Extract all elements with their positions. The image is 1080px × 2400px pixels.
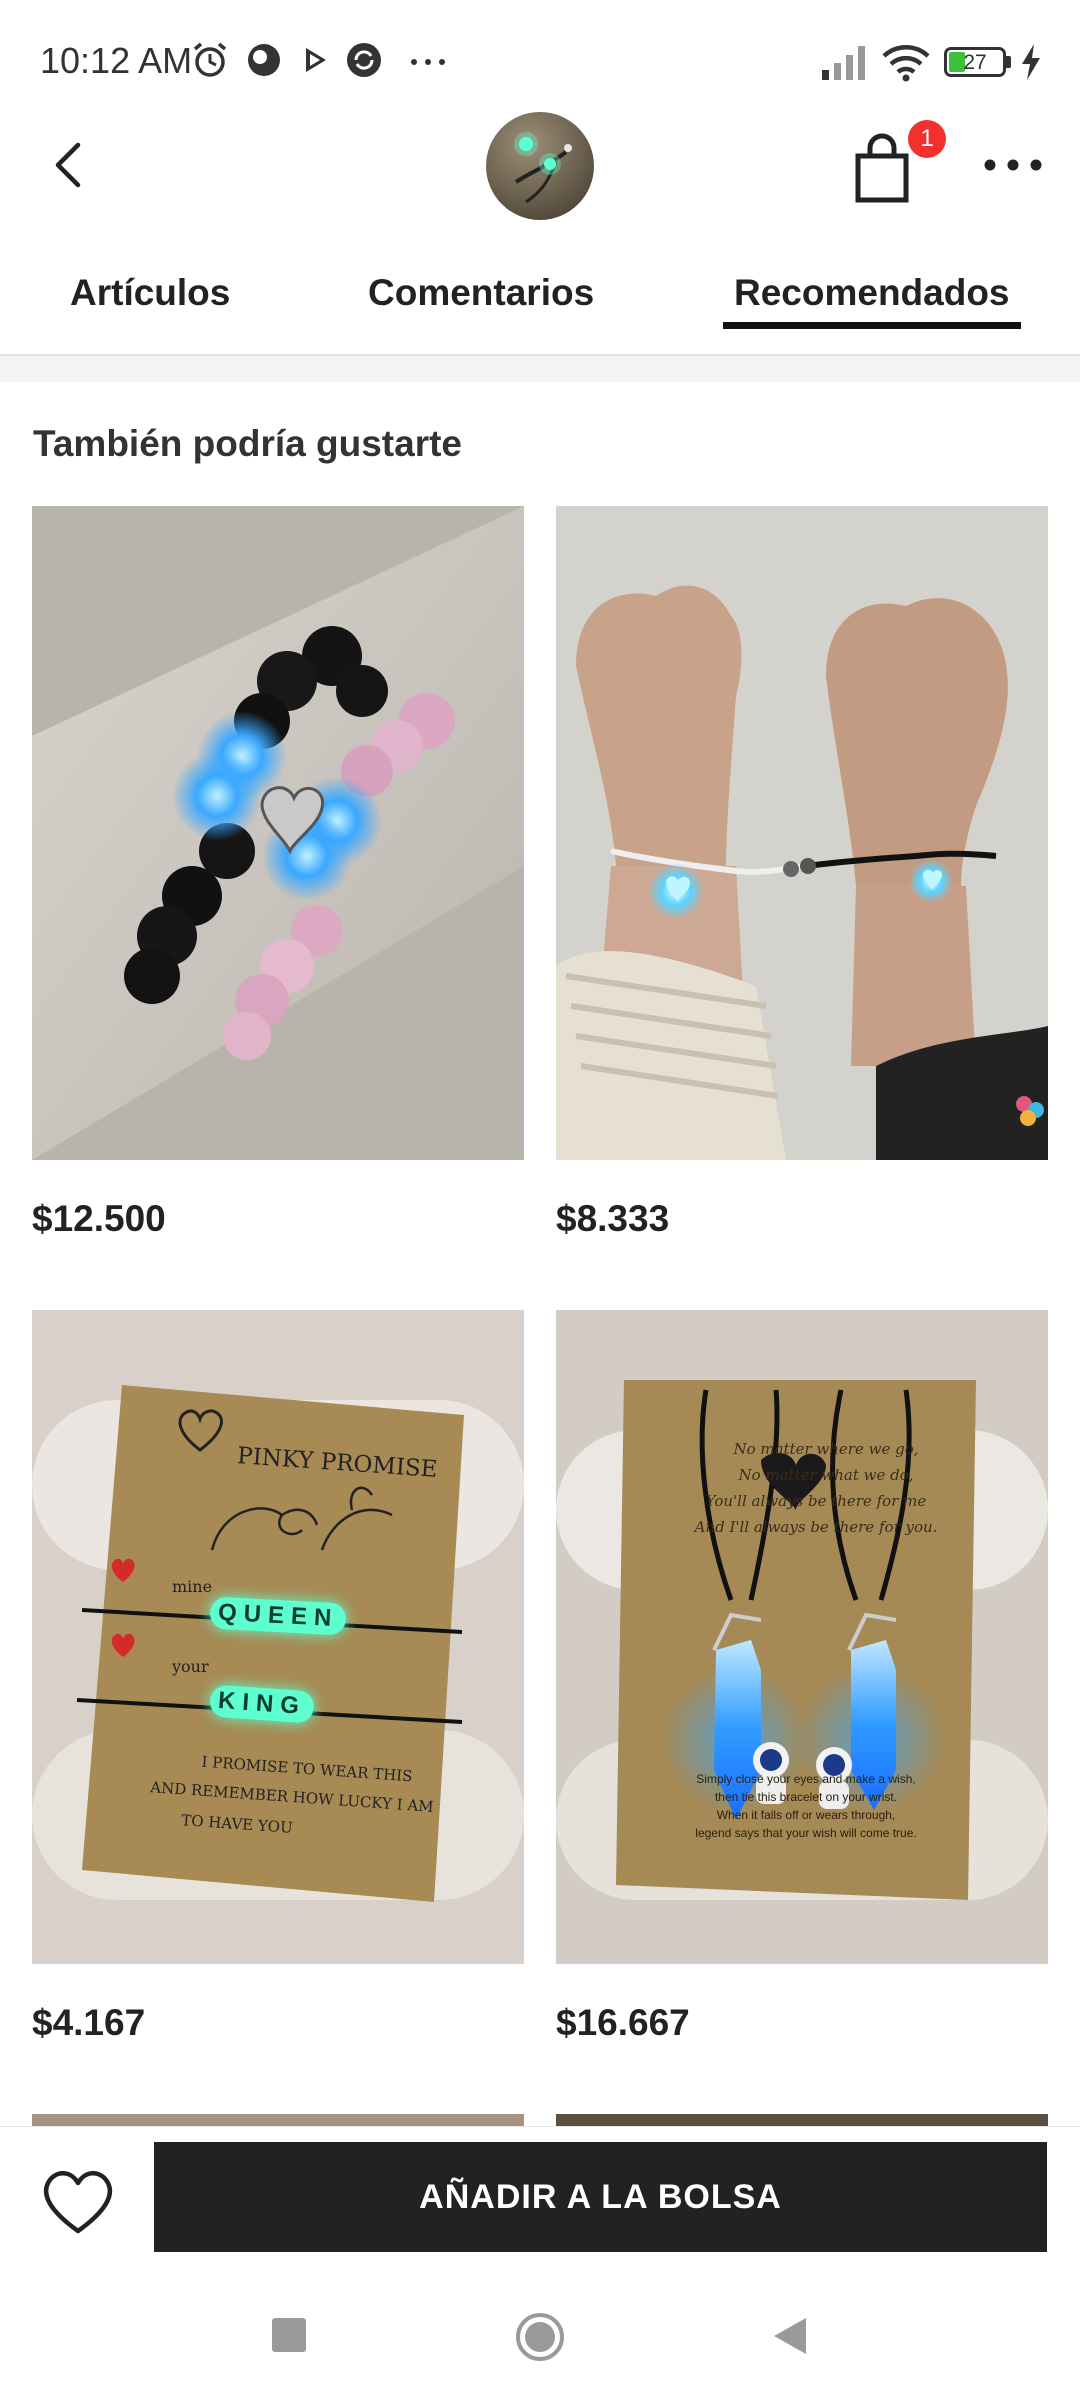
card-line: And I'll always be there for you.	[694, 1518, 938, 1536]
card-line: Simply close your eyes and make a wish,	[696, 1772, 916, 1786]
status-time: 10:12 AM	[40, 40, 193, 81]
product-price: $12.500	[32, 1198, 166, 1239]
sync-icon	[347, 43, 381, 77]
active-tab-indicator	[723, 322, 1021, 329]
back-nav-button[interactable]	[770, 2314, 810, 2358]
charging-icon	[1022, 44, 1040, 80]
card-line: You'll always be there for me	[705, 1492, 927, 1510]
product-price: $8.333	[556, 1198, 670, 1239]
add-to-bag-button[interactable]: AÑADIR A LA BOLSA	[154, 2142, 1047, 2252]
back-button[interactable]	[40, 135, 100, 195]
play-icon	[306, 48, 326, 72]
product-image[interactable]: No matter where we go, No matter what we…	[556, 1310, 1048, 1964]
section-separator	[0, 356, 1080, 382]
product-photo	[556, 1310, 1048, 1964]
product-photo	[32, 506, 524, 1160]
tab-recomendados[interactable]: Recomendados	[734, 272, 1010, 314]
battery-icon: 27	[944, 47, 1006, 77]
card-line: then tie this bracelet on your wrist.	[714, 1790, 898, 1804]
card-line: When it falls off or wears through,	[716, 1808, 896, 1822]
home-button[interactable]	[514, 2311, 566, 2363]
product-image[interactable]: PINKY PROMISE mine your QUEEN KING I PRO…	[32, 1310, 524, 1964]
app-icon	[248, 44, 280, 76]
battery-cap	[1006, 56, 1011, 68]
cart-badge: 1	[908, 120, 946, 158]
recent-apps-button[interactable]	[272, 2318, 306, 2352]
wishlist-heart-icon[interactable]	[38, 2165, 118, 2237]
card-line: No matter where we go,	[733, 1440, 919, 1458]
tab-comentarios[interactable]: Comentarios	[368, 272, 594, 314]
product-image[interactable]	[556, 506, 1048, 1160]
more-dots-icon	[411, 59, 445, 65]
section-title: También podría gustarte	[33, 423, 462, 464]
store-avatar[interactable]	[486, 112, 594, 220]
card-line: No matter what we do,	[738, 1466, 914, 1484]
alarm-icon	[193, 42, 227, 77]
product-photo	[556, 506, 1048, 1160]
product-price: $16.667	[556, 2002, 690, 2043]
product-price: $4.167	[32, 2002, 146, 2043]
more-options-icon[interactable]	[978, 140, 1048, 190]
bracelet-cords	[76, 1608, 463, 1724]
tab-articulos[interactable]: Artículos	[70, 272, 230, 314]
card-line: legend says that your wish will come tru…	[695, 1826, 917, 1840]
battery-level: 27	[963, 51, 987, 74]
product-image[interactable]	[32, 2114, 524, 2126]
product-image[interactable]	[32, 506, 524, 1160]
avatar-image	[514, 132, 572, 204]
product-image[interactable]	[556, 2114, 1048, 2126]
signal-icon	[822, 46, 865, 80]
status-bar: 10:12 AM 27	[0, 0, 1080, 110]
wifi-icon	[882, 45, 930, 82]
